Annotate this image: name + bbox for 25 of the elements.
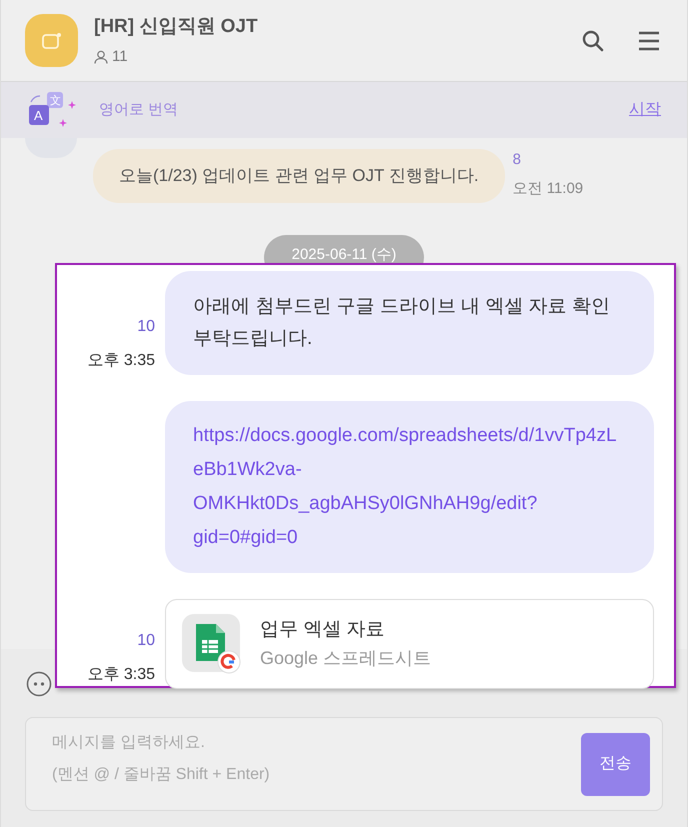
message-bubble: 아래에 첨부드린 구글 드라이브 내 엑셀 자료 확인 부탁드립니다.: [165, 271, 654, 375]
menu-icon: [637, 30, 661, 52]
file-type: Google 스프레드시트: [260, 646, 432, 670]
message-bubble: 오늘(1/23) 업데이트 관련 업무 OJT 진행합니다.: [93, 149, 505, 202]
unread-count: 10: [137, 317, 155, 337]
icon-glyph: 文: [50, 95, 61, 107]
emoji-icon[interactable]: [26, 671, 52, 697]
person-icon: [94, 50, 108, 64]
unread-count: 10: [137, 631, 155, 651]
file-title: 업무 엑셀 자료: [260, 618, 386, 642]
spreadsheet-icon: [182, 614, 242, 674]
url-link[interactable]: https://docs.google.com/spreadsheets/d/1vvTp4zLeBb1Wk2va-OMKHkt0Ds_agbAHSy0lGNhAH9g/edit?gid=0#gid=0: [193, 419, 626, 555]
icon-glyph: A: [34, 108, 43, 123]
message-input[interactable]: 메시지를 입력하세요. (멘션 @ / 줄바꿈 Shift + Enter) 전송: [25, 717, 663, 811]
chat-title: [HR] 신입직원 OJT: [94, 15, 259, 39]
start-link[interactable]: 시작: [629, 98, 661, 122]
translate-label: 영어로 번역: [99, 100, 180, 120]
message-time: 오전 11:09: [512, 178, 584, 198]
search-icon: [581, 28, 605, 52]
member-count: 11: [112, 46, 128, 66]
message-time: 오후 3:35: [87, 351, 155, 371]
file-card[interactable]: 업무 엑셀 자료 Google 스프레드시트: [165, 599, 654, 689]
message-time: 오후 3:35: [87, 665, 155, 685]
unread-count: 8: [512, 150, 522, 170]
send-button[interactable]: 전송: [581, 732, 650, 796]
